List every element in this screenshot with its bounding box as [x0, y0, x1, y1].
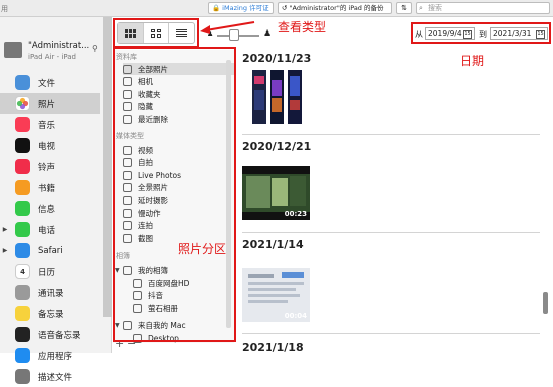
sidebar-item[interactable]: 4 日历: [0, 261, 100, 282]
sidebar-item-label: 电视: [38, 141, 56, 152]
sidebar-item[interactable]: 应用程序: [0, 345, 100, 366]
date-from-field[interactable]: 2019/9/4 15: [425, 27, 475, 40]
video-duration: 00:04: [284, 312, 307, 320]
sidebar-item-label: 日历: [38, 267, 56, 278]
calendar-icon[interactable]: 15: [536, 30, 545, 39]
sidebar-item[interactable]: 备忘录: [0, 303, 100, 324]
expand-arrow-icon[interactable]: ▶: [0, 247, 10, 254]
device-entry[interactable]: "Administrat... iPad Air - iPad ⚲: [4, 39, 104, 67]
partition-highlight: [113, 47, 236, 342]
video-duration: 00:23: [284, 210, 307, 218]
books-icon: [15, 180, 30, 195]
device-model: iPad Air - iPad: [28, 53, 76, 61]
search-placeholder: 搜索: [428, 4, 442, 12]
app-store-icon: [15, 348, 30, 363]
expand-arrow-icon[interactable]: ▶: [0, 226, 10, 233]
sidebar-item-label: 备忘录: [38, 309, 64, 320]
backup-button[interactable]: ↺ "Administrator"的 iPad 的备份: [278, 2, 392, 14]
date-to-field[interactable]: 2021/3/31 15: [490, 27, 548, 40]
sidebar-item[interactable]: ▶ Safari: [0, 240, 100, 261]
date-header: 2020/12/21: [242, 140, 312, 153]
files-icon: [15, 75, 30, 90]
profiles-icon: [15, 369, 30, 384]
title-bar-edge-text: 用: [1, 5, 8, 13]
sidebar-item-label: 信息: [38, 204, 56, 215]
date-to-label: 到: [479, 30, 487, 39]
view-type-highlight: [113, 18, 199, 48]
voice-memos-icon: [15, 327, 30, 342]
contacts-icon: [15, 285, 30, 300]
sidebar-item[interactable]: ▶ 电话: [0, 219, 100, 240]
safari-icon: [15, 243, 30, 258]
search-icon: ⌕: [419, 4, 423, 12]
lock-icon: 🔒: [212, 4, 221, 12]
date-from-label: 从: [415, 30, 423, 39]
device-sidebar: "Administrat... iPad Air - iPad ⚲ 文件照片音乐…: [0, 17, 112, 384]
photo-thumbnail[interactable]: [242, 68, 312, 130]
music-icon: [15, 117, 30, 132]
annotation-arrow-icon: [200, 21, 255, 34]
date-header: 2020/11/23: [242, 52, 312, 65]
video-thumbnail[interactable]: 00:04: [242, 268, 310, 322]
sidebar-item[interactable]: 通讯录: [0, 282, 100, 303]
sidebar-item[interactable]: 语音备忘录: [0, 324, 100, 345]
sidebar-item-label: 书籍: [38, 183, 56, 194]
partition-annotation: 照片分区: [178, 242, 227, 256]
calendar-icon[interactable]: 15: [463, 30, 472, 39]
search-input[interactable]: ⌕ 搜索: [416, 2, 550, 14]
photos-icon: [15, 96, 30, 111]
group-divider: [242, 333, 540, 334]
sidebar-item-label: 应用程序: [38, 351, 73, 362]
sidebar-item[interactable]: 铃声: [0, 156, 100, 177]
date-filter: 从 2019/9/4 15 到 2021/3/31 15: [411, 22, 551, 44]
sidebar-item-label: 语音备忘录: [38, 330, 81, 341]
sidebar-item-label: 描述文件: [38, 372, 73, 383]
sidebar-item-label: 音乐: [38, 120, 56, 131]
sidebar-item-label: Safari: [38, 245, 63, 256]
sidebar-item[interactable]: 文件: [0, 72, 100, 93]
imazing-license-label: iMazing 许可证: [222, 4, 269, 12]
notes-icon: [15, 306, 30, 321]
sidebar-item-label: 文件: [38, 78, 56, 89]
sidebar-item-label: 照片: [38, 99, 56, 110]
usb-icon: ⚲: [92, 44, 98, 53]
sidebar-item-label: 通讯录: [38, 288, 64, 299]
imazing-license-button[interactable]: 🔒 iMazing 许可证: [208, 2, 274, 14]
sidebar-scrollbar[interactable]: [103, 17, 112, 317]
sidebar-item[interactable]: 电视: [0, 135, 100, 156]
title-bar: 用 🔒 iMazing 许可证 ↺ "Administrator"的 iPad …: [0, 0, 553, 17]
date-header: 2021/1/14: [242, 238, 304, 251]
sidebar-item[interactable]: 照片: [0, 93, 100, 114]
view-type-annotation: 查看类型: [278, 20, 327, 34]
video-thumbnail[interactable]: 00:23: [242, 166, 310, 220]
backup-label: "Administrator"的 iPad 的备份: [289, 4, 384, 12]
group-divider: [242, 134, 540, 135]
date-from-value: 2019/9/4: [428, 29, 462, 38]
messages-icon: [15, 201, 30, 216]
ipad-icon: [4, 42, 22, 58]
sidebar-item-label: 电话: [38, 225, 56, 236]
sidebar-item[interactable]: 描述文件: [0, 366, 100, 387]
tv-icon: [15, 138, 30, 153]
photo-grid-scrollbar[interactable]: [543, 292, 548, 314]
sidebar-item-label: 铃声: [38, 162, 56, 173]
sidebar-item[interactable]: 信息: [0, 198, 100, 219]
photo-grid: 2020/11/23 2020/12/21 00:23 2021/1/14 00…: [240, 50, 540, 354]
device-name: "Administrat...: [28, 41, 90, 51]
calendar-icon: 4: [15, 264, 30, 279]
backup-icon: ↺: [282, 4, 288, 12]
ringtones-icon: [15, 159, 30, 174]
sidebar-item[interactable]: 音乐: [0, 114, 100, 135]
sort-icon: ⇅: [401, 4, 407, 12]
date-to-value: 2021/3/31: [493, 29, 532, 38]
group-divider: [242, 232, 540, 233]
phone-icon: [15, 222, 30, 237]
sidebar-item[interactable]: 书籍: [0, 177, 100, 198]
sort-button[interactable]: ⇅: [396, 2, 412, 14]
date-header: 2021/1/18: [242, 341, 304, 354]
